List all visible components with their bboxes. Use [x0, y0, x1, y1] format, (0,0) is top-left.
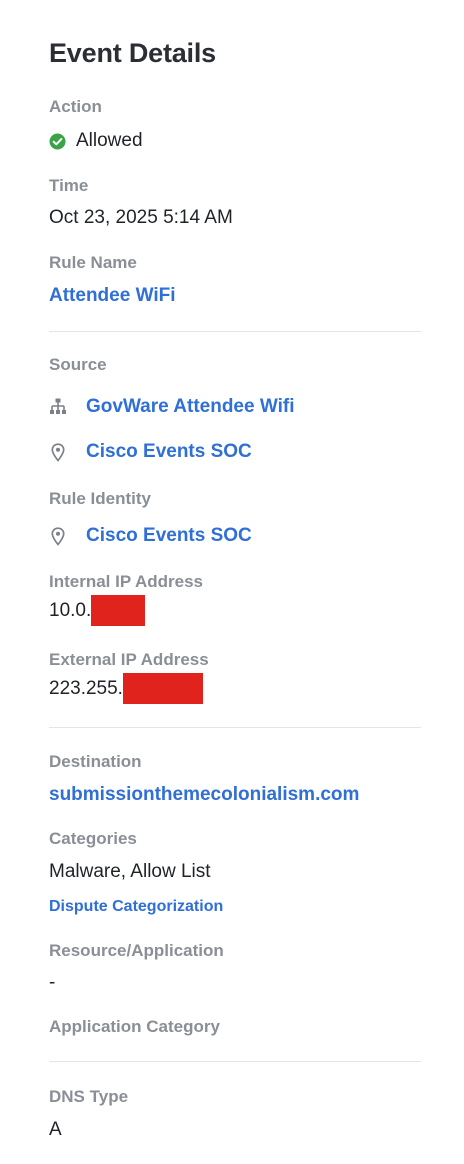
redaction-block — [122, 673, 203, 704]
action-value-row: Allowed — [49, 130, 143, 152]
internal-ip-label: Internal IP Address — [49, 572, 203, 591]
source-location-link[interactable]: Cisco Events SOC — [86, 441, 252, 463]
dns-type-label: DNS Type — [49, 1087, 129, 1106]
network-icon — [50, 398, 66, 414]
resource-application-label: Resource/Application — [49, 941, 224, 960]
destination-link[interactable]: submissionthemecolonialism.com — [49, 784, 359, 806]
check-circle-icon — [49, 133, 66, 149]
action-label: Action — [49, 97, 102, 116]
external-ip-value: 223.255. — [49, 677, 123, 699]
action-value: Allowed — [76, 130, 143, 151]
time-label: Time — [49, 176, 89, 195]
external-ip-row: 223.255. — [49, 673, 203, 704]
time-value: Oct 23, 2025 5:14 AM — [49, 207, 233, 228]
location-pin-icon — [51, 442, 65, 462]
destination-label: Destination — [49, 752, 142, 771]
source-location-row[interactable]: Cisco Events SOC — [51, 441, 252, 463]
divider — [49, 1061, 421, 1062]
redaction-block — [91, 595, 146, 626]
rule-name-link[interactable]: Attendee WiFi — [49, 285, 176, 307]
external-ip-label: External IP Address — [49, 650, 209, 669]
rule-identity-row[interactable]: Cisco Events SOC — [51, 525, 252, 547]
panel-title: Event Details — [49, 38, 216, 68]
source-network-link[interactable]: GovWare Attendee Wifi — [86, 396, 295, 418]
divider — [49, 331, 421, 332]
source-label: Source — [49, 355, 107, 374]
dns-type-value: A — [49, 1119, 62, 1140]
application-category-label: Application Category — [49, 1017, 220, 1036]
categories-label: Categories — [49, 829, 137, 848]
source-network-row[interactable]: GovWare Attendee Wifi — [49, 396, 295, 418]
rule-name-label: Rule Name — [49, 253, 137, 272]
dispute-categorization-link[interactable]: Dispute Categorization — [49, 898, 223, 916]
rule-identity-label: Rule Identity — [49, 489, 152, 508]
rule-identity-link[interactable]: Cisco Events SOC — [86, 525, 252, 547]
internal-ip-row: 10.0. — [49, 595, 146, 626]
internal-ip-value: 10.0. — [49, 599, 92, 621]
categories-value: Malware, Allow List — [49, 861, 211, 882]
divider — [49, 727, 421, 728]
location-pin-icon — [51, 526, 65, 546]
resource-application-value: - — [49, 972, 56, 993]
